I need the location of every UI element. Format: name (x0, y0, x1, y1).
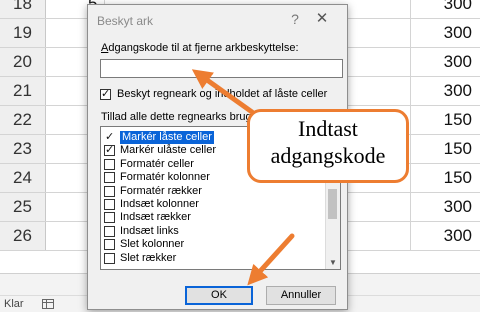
protect-sheet-label: Beskyt regneark og indholdet af låste ce… (117, 88, 328, 100)
protect-sheet-checkbox[interactable] (100, 87, 111, 100)
value-cell[interactable]: 300 (410, 222, 480, 250)
row-header[interactable]: 24 (0, 164, 46, 192)
permission-label: Indsæt links (120, 224, 179, 237)
row-header[interactable]: 20 (0, 48, 46, 76)
permission-checkbox[interactable] (104, 212, 115, 224)
value-cell[interactable]: 300 (410, 77, 480, 105)
value-cell[interactable]: 300 (410, 193, 480, 221)
permission-item[interactable]: Formatér rækker (101, 185, 326, 198)
permission-label: Formatér kolonner (120, 171, 210, 184)
value-cell[interactable]: 300 (410, 19, 480, 47)
callout-line-1: Indtast (298, 116, 358, 141)
row-header[interactable]: 18 (0, 0, 46, 18)
dialog-title: Beskyt ark (97, 14, 154, 28)
scroll-thumb[interactable] (328, 189, 337, 219)
permission-checkbox[interactable] (104, 130, 115, 143)
row-header[interactable]: 23 (0, 135, 46, 163)
password-label: Adgangskode til at fjerne arkbeskyttelse… (101, 42, 299, 54)
password-input[interactable] (100, 59, 343, 78)
permission-checkbox[interactable] (104, 143, 115, 157)
chevron-down-icon[interactable]: ▼ (329, 258, 337, 267)
permission-label: Indsæt rækker (120, 211, 191, 224)
cancel-button[interactable]: Annuller (266, 286, 336, 305)
permission-item[interactable]: Indsæt rækker (101, 211, 326, 224)
row-header[interactable]: 22 (0, 106, 46, 134)
permission-checkbox[interactable] (104, 185, 115, 197)
permission-label: Formatér celler (120, 157, 194, 170)
value-cell[interactable]: 150 (410, 135, 480, 163)
permission-checkbox[interactable] (104, 252, 115, 264)
instruction-callout: Indtast adgangskode (247, 109, 409, 183)
row-header[interactable]: 19 (0, 19, 46, 47)
permission-label: Markér ulåste celler (120, 144, 216, 157)
permission-label: Markér låste celler (120, 131, 214, 144)
permission-checkbox[interactable] (104, 225, 115, 237)
permission-label: Indsæt kolonner (120, 198, 199, 210)
permission-item[interactable]: Slet kolonner (101, 238, 326, 251)
value-cell[interactable]: 150 (410, 164, 480, 192)
permission-item[interactable]: Slet rækker (101, 252, 326, 265)
permission-checkbox[interactable] (104, 172, 115, 184)
value-cell[interactable]: 300 (410, 0, 480, 18)
permission-checkbox[interactable] (104, 239, 115, 251)
permission-label: Slet kolonner (120, 238, 185, 251)
value-cell[interactable]: 300 (410, 48, 480, 76)
password-label-text: dgangskode til at fjerne arkbeskyttelse: (108, 42, 299, 54)
permission-label: Formatér rækker (120, 184, 202, 197)
close-button[interactable]: ✕ (313, 10, 331, 28)
callout-text: Indtast adgangskode (250, 115, 406, 169)
help-button[interactable]: ? (286, 10, 304, 28)
ok-button[interactable]: OK (185, 286, 253, 305)
permission-item[interactable]: Indsæt links (101, 225, 326, 238)
status-text: Klar (4, 298, 24, 310)
row-header[interactable]: 26 (0, 222, 46, 250)
permission-checkbox[interactable] (104, 199, 115, 210)
sheet-layout-icon (42, 299, 54, 309)
value-cell[interactable]: 150 (410, 106, 480, 134)
row-header[interactable]: 21 (0, 77, 46, 105)
callout-line-2: adgangskode (270, 143, 386, 168)
permission-label: Slet rækker (120, 251, 177, 264)
row-header[interactable]: 25 (0, 193, 46, 221)
permission-checkbox[interactable] (104, 158, 115, 170)
permission-item[interactable]: Indsæt kolonner (101, 198, 326, 211)
